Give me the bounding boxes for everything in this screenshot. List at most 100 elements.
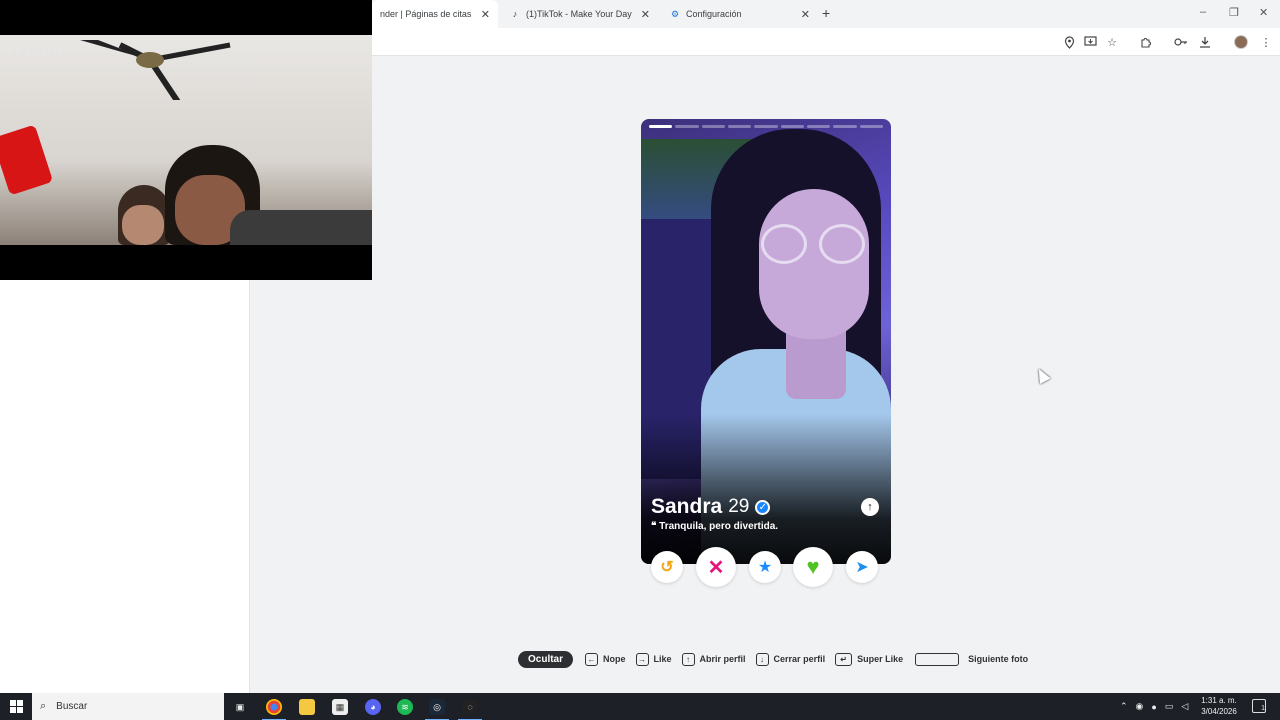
- steam-icon[interactable]: ◎: [425, 699, 449, 720]
- taskbar-clock[interactable]: 1:31 a. m. 3/04/2026: [1198, 695, 1240, 717]
- shortcut-label: Cerrar perfil: [773, 654, 826, 664]
- download-icon[interactable]: [1197, 34, 1213, 50]
- search-icon: ⌕: [40, 700, 47, 712]
- tab-configuracion[interactable]: ⚙ Configuración ✕: [662, 0, 818, 28]
- photo-glasses-right: [819, 224, 865, 264]
- photo-progress-segment[interactable]: [806, 125, 831, 128]
- arrow-up-key-icon: ↑: [681, 652, 695, 666]
- shortcut-like: → Like: [635, 652, 672, 666]
- discord-icon[interactable]: ◕: [365, 699, 381, 715]
- photo-progress-segment[interactable]: [649, 125, 673, 128]
- taskbar-search[interactable]: ⌕ Buscar: [32, 693, 224, 720]
- shortcut-label: Siguiente foto: [968, 654, 1029, 664]
- webcam-tray-icon[interactable]: ◉: [1136, 701, 1144, 712]
- ring-app-icon[interactable]: ◌: [458, 699, 482, 720]
- shortcut-label: Like: [653, 654, 672, 664]
- windows-logo-icon: [9, 700, 23, 713]
- nope-icon: ✕: [707, 556, 725, 579]
- close-icon[interactable]: ✕: [641, 8, 650, 21]
- hide-shortcuts-button[interactable]: Ocultar: [518, 650, 574, 668]
- profile-card[interactable]: Sandra 29 ✓ ❝ Tranquila, pero divertida.…: [641, 119, 891, 564]
- chrome-icon[interactable]: [262, 699, 286, 720]
- profile-avatar[interactable]: [1233, 34, 1249, 50]
- photo-gradient: [641, 414, 891, 564]
- install-app-icon[interactable]: [1082, 34, 1098, 50]
- arrow-right-key-icon: →: [635, 652, 649, 666]
- minimize-button[interactable]: –: [1200, 6, 1206, 18]
- shortcut-nope: ← Nope: [585, 652, 626, 666]
- send-icon: ➤: [855, 559, 869, 576]
- space-key-icon: [915, 652, 960, 666]
- bookmark-star-icon[interactable]: ☆: [1104, 34, 1120, 50]
- restore-button[interactable]: ❐: [1229, 6, 1239, 19]
- chevron-up-icon[interactable]: ⌃: [1120, 701, 1128, 712]
- profile-age: 29: [728, 496, 750, 517]
- photo-progress-segment[interactable]: [675, 125, 699, 128]
- photo-progress-segment[interactable]: [701, 125, 725, 128]
- menu-icon[interactable]: ⋮: [1258, 34, 1274, 50]
- ceiling-fan: [80, 40, 231, 100]
- photo-progress-segment[interactable]: [727, 125, 752, 128]
- like-icon: ♥: [806, 554, 820, 579]
- windows-taskbar: ⌕ Buscar: [0, 693, 1280, 720]
- red-object: [0, 124, 54, 196]
- action-buttons: ↺ ✕ ★ ♥ ➤: [641, 547, 891, 587]
- arrow-left-key-icon: ←: [585, 652, 599, 666]
- webcam-overlay: iVCam: [0, 0, 372, 280]
- photo-glasses-left: [761, 224, 807, 264]
- shortcut-label: Super Like: [857, 654, 904, 664]
- boost-button[interactable]: ➤: [846, 551, 878, 583]
- extensions-icon[interactable]: [1138, 34, 1154, 50]
- shortcut-next-photo: Siguiente foto: [915, 652, 1029, 666]
- clock-time: 1:31 a. m.: [1201, 696, 1237, 705]
- location-icon[interactable]: [1061, 34, 1077, 50]
- rewind-button[interactable]: ↺: [651, 551, 683, 583]
- photo-progress-segment[interactable]: [859, 125, 883, 128]
- webcam-scene: [0, 35, 372, 245]
- nope-button[interactable]: ✕: [696, 547, 736, 587]
- tab-label: nder | Páginas de citas: [380, 9, 472, 19]
- system-tray: ⌃ ◉ ● ▭ ◁: [1120, 693, 1188, 720]
- rewind-icon: ↺: [660, 559, 674, 576]
- person-left-face: [122, 205, 164, 245]
- tab-tiktok[interactable]: ♪ (1)TikTok - Make Your Day ✕: [502, 0, 658, 28]
- tab-label: Configuración: [686, 9, 742, 19]
- microphone-icon[interactable]: ●: [1151, 702, 1156, 712]
- photo-face: [759, 189, 869, 339]
- notification-count: 1: [1261, 705, 1265, 712]
- task-view-icon[interactable]: ▣: [232, 699, 248, 715]
- enter-key-icon: ↵: [835, 652, 853, 666]
- profile-bio: ❝ Tranquila, pero divertida.: [651, 521, 779, 532]
- shortcut-label: Nope: [603, 654, 626, 664]
- windows-start-button[interactable]: [0, 693, 32, 720]
- shortcut-super-like: ↵ Super Like: [835, 652, 904, 666]
- photo-progress-segment[interactable]: [780, 125, 804, 128]
- file-explorer-icon[interactable]: [299, 699, 315, 715]
- volume-icon[interactable]: ◁: [1181, 701, 1188, 712]
- shortcut-open-profile: ↑ Abrir perfil: [681, 652, 746, 666]
- open-profile-button[interactable]: ↑: [861, 498, 879, 516]
- person-right-shirt: [230, 210, 372, 245]
- new-tab-button[interactable]: +: [822, 5, 830, 21]
- close-icon[interactable]: ✕: [801, 8, 810, 21]
- window-close-button[interactable]: ✕: [1259, 6, 1268, 19]
- close-icon[interactable]: ✕: [481, 8, 490, 21]
- super-like-icon: ★: [757, 559, 773, 576]
- super-like-button[interactable]: ★: [749, 551, 781, 583]
- search-placeholder: Buscar: [56, 701, 88, 712]
- photo-progress-segment[interactable]: [754, 125, 778, 128]
- password-key-icon[interactable]: [1173, 34, 1189, 50]
- mouse-cursor: [1033, 366, 1051, 384]
- profile-name: Sandra: [651, 495, 723, 518]
- store-icon[interactable]: ▦: [332, 699, 348, 715]
- profile-name-row[interactable]: Sandra 29 ✓: [651, 495, 771, 519]
- network-icon[interactable]: ▭: [1165, 701, 1174, 712]
- clock-date: 3/04/2026: [1201, 707, 1237, 716]
- photo-progress-segment[interactable]: [833, 125, 857, 128]
- like-button[interactable]: ♥: [793, 547, 833, 587]
- spotify-icon[interactable]: ≋: [397, 699, 413, 715]
- notifications-icon[interactable]: 1: [1252, 699, 1266, 713]
- shortcut-close-profile: ↓ Cerrar perfil: [755, 652, 826, 666]
- verified-badge-icon: ✓: [755, 499, 771, 515]
- tab-tinder[interactable]: nder | Páginas de citas ✕: [372, 0, 498, 28]
